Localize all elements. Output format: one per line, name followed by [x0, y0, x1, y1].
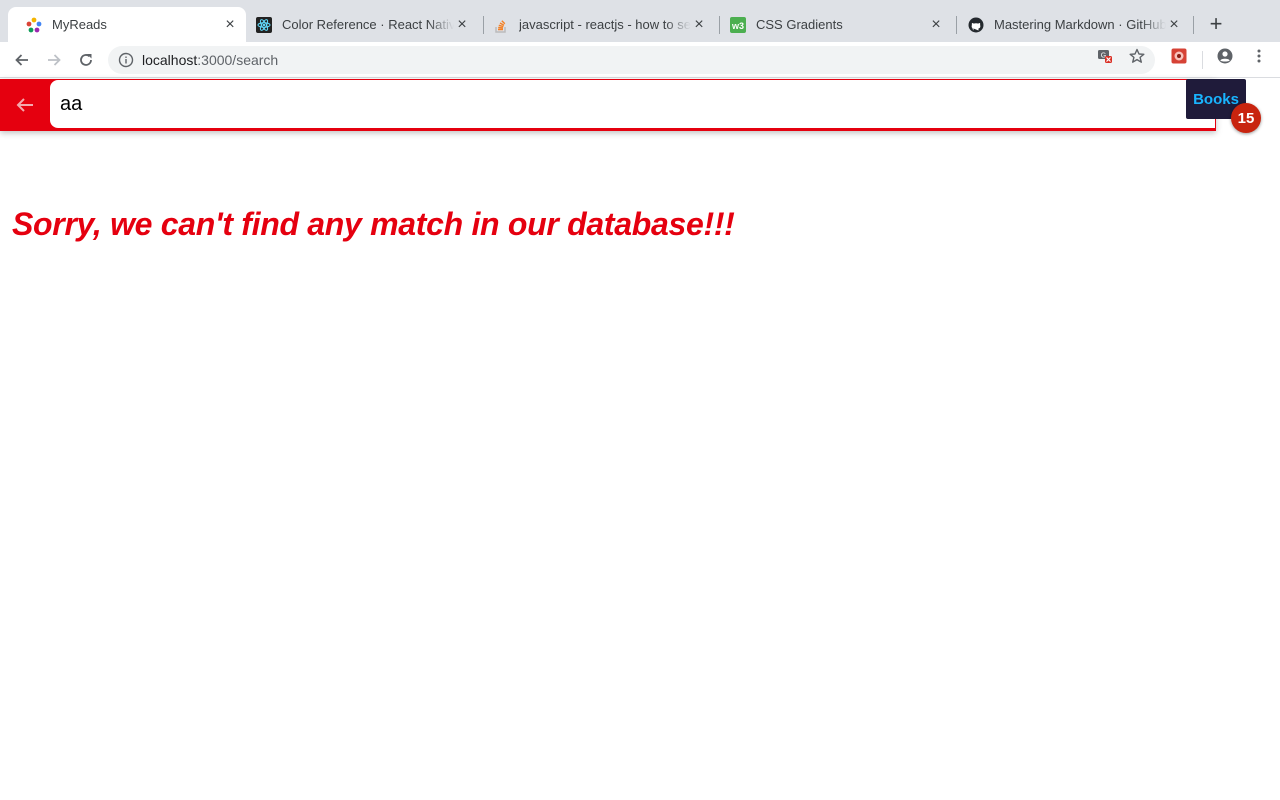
more-menu-icon[interactable] [1251, 48, 1267, 64]
browser-toolbar: localhost:3000/search G [0, 42, 1280, 78]
address-bar[interactable]: localhost:3000/search [108, 46, 1155, 74]
books-count-badge: 15 [1231, 103, 1261, 133]
reload-icon [80, 54, 92, 66]
search-input[interactable] [50, 80, 1215, 128]
tab-title: Color Reference · React Native [282, 17, 454, 32]
tab-stackoverflow[interactable]: javascript - reactjs - how to set × [475, 7, 715, 42]
bookmark-star-icon[interactable] [1129, 48, 1145, 64]
profile-avatar-icon[interactable] [1217, 48, 1233, 64]
url-path: :3000/search [197, 52, 279, 68]
stackoverflow-favicon-icon [493, 17, 509, 33]
translate-blocked-icon[interactable]: G [1097, 48, 1113, 64]
tab-close-icon[interactable]: × [928, 16, 944, 33]
info-icon[interactable] [118, 52, 134, 68]
arrow-left-icon [15, 54, 28, 66]
back-button[interactable] [10, 48, 34, 72]
tab-title: Mastering Markdown · GitHub [994, 17, 1166, 32]
browser-tab-strip: MyReads × Color Reference · React Native… [0, 0, 1280, 42]
url-host: localhost [142, 52, 198, 68]
tab-myreads[interactable]: MyReads × [8, 7, 246, 42]
close-search-button[interactable] [0, 79, 50, 131]
arrow-left-icon [16, 98, 33, 112]
tab-title: CSS Gradients [756, 17, 843, 32]
react-native-favicon-icon [256, 16, 272, 33]
toolbar-divider [1202, 51, 1203, 69]
react-app-favicon-icon [26, 17, 42, 33]
tab-css-gradients[interactable]: w3 CSS Gradients × [712, 7, 952, 42]
arrow-right-icon [48, 54, 61, 66]
forward-button[interactable] [42, 48, 66, 72]
no-results-message: Sorry, we can't find any match in our da… [12, 206, 735, 242]
tab-close-icon[interactable]: × [222, 16, 238, 33]
url-text[interactable]: localhost:3000/search [142, 52, 278, 68]
tab-separator [1193, 16, 1194, 34]
tab-title: MyReads [52, 17, 107, 32]
tab-color-reference[interactable]: Color Reference · React Native × [238, 7, 478, 42]
w3schools-favicon-icon: w3 [730, 16, 746, 33]
extension-icon[interactable] [1171, 48, 1187, 64]
svg-text:w3: w3 [731, 21, 744, 31]
tab-title: javascript - reactjs - how to set [519, 17, 691, 32]
reload-button[interactable] [74, 48, 98, 72]
github-favicon-icon [968, 17, 984, 33]
tab-mastering-markdown[interactable]: Mastering Markdown · GitHub × [950, 7, 1190, 42]
tab-close-icon[interactable]: × [454, 16, 470, 33]
new-tab-button[interactable]: + [1204, 13, 1228, 37]
tab-close-icon[interactable]: × [1166, 16, 1182, 33]
tab-close-icon[interactable]: × [691, 16, 707, 33]
